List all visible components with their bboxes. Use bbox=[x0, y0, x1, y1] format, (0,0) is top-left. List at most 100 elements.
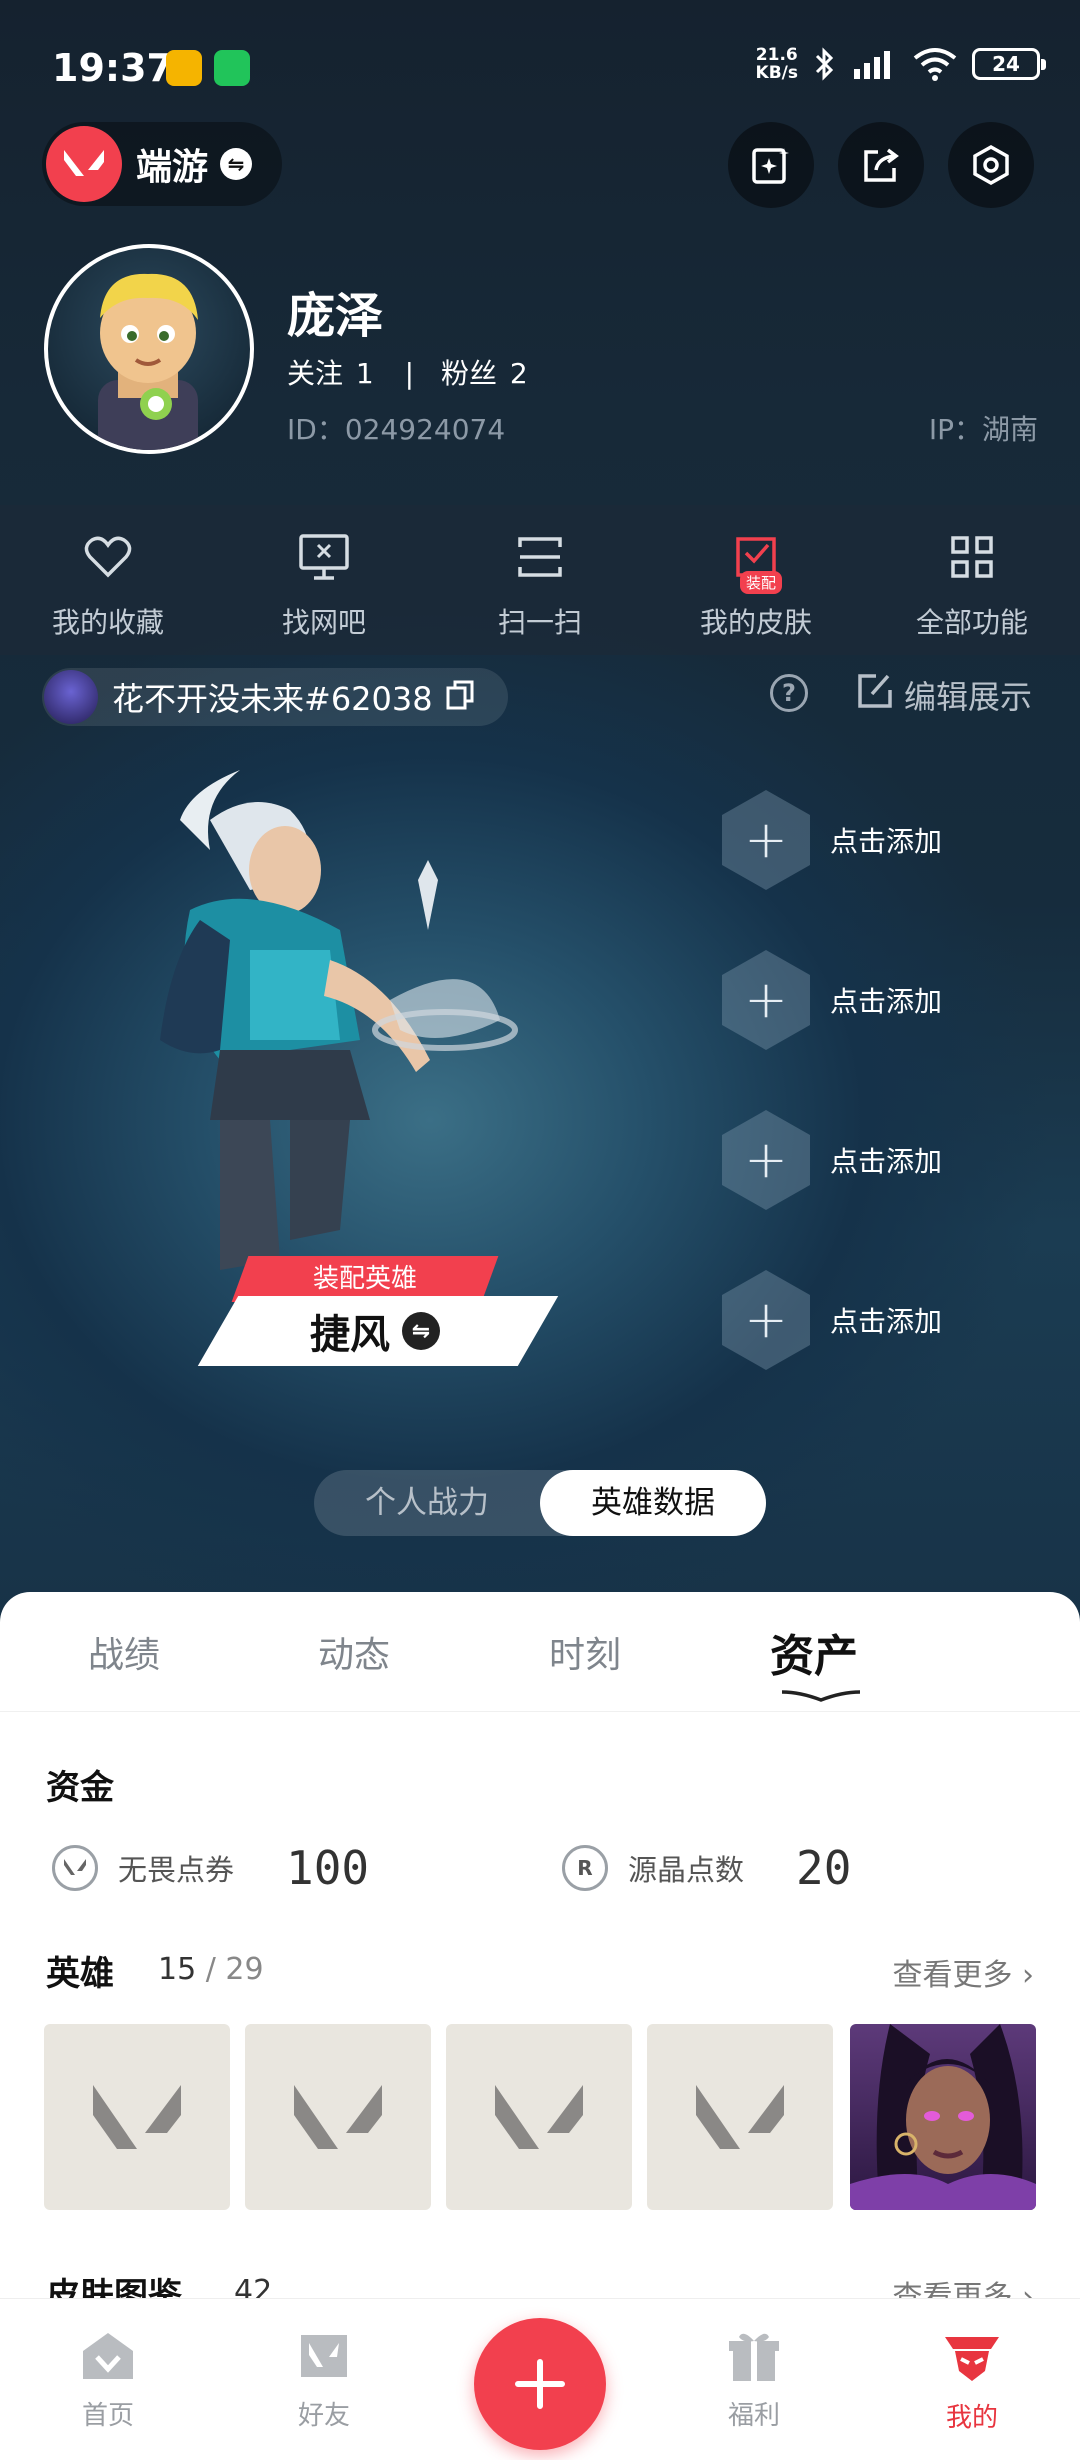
swap-hero-icon[interactable]: ⇋ bbox=[402, 1312, 440, 1350]
ai-card-button[interactable] bbox=[728, 122, 814, 208]
quick-label-scan: 扫一扫 bbox=[497, 606, 582, 639]
grid-icon bbox=[942, 527, 1002, 587]
monitor-icon bbox=[294, 527, 354, 587]
hero-art-icon bbox=[160, 770, 518, 1270]
funds-title: 资金 bbox=[46, 1768, 114, 1808]
plus-icon bbox=[515, 2359, 565, 2409]
hero-card-locked[interactable] bbox=[446, 2024, 632, 2210]
game-switcher[interactable]: 端游 ⇋ bbox=[42, 122, 282, 206]
segment-hero-data[interactable]: 英雄数据 bbox=[540, 1470, 766, 1536]
quick-item-netcafe[interactable]: 找网吧 bbox=[216, 505, 432, 655]
hero-card-reyna[interactable] bbox=[850, 2024, 1036, 2210]
fund-rp[interactable]: R 源晶点数 20 bbox=[562, 1828, 851, 1908]
notes-app-icon bbox=[166, 50, 202, 86]
fans-count: 2 bbox=[509, 357, 528, 390]
nav-me[interactable]: 我的 bbox=[912, 2329, 1032, 2434]
tab-assets[interactable]: 资产 bbox=[770, 1620, 858, 1684]
hero-name: 捷风 bbox=[310, 1312, 390, 1358]
quick-item-skins[interactable]: 装配 我的皮肤 bbox=[648, 505, 864, 655]
username: 庞泽 bbox=[287, 288, 384, 344]
share-button[interactable] bbox=[838, 122, 924, 208]
copy-icon[interactable] bbox=[445, 679, 475, 715]
friends-icon bbox=[301, 2335, 347, 2377]
status-right: 21.6 KB/s 24 bbox=[755, 44, 1046, 84]
plus-icon: + bbox=[722, 790, 810, 890]
add-slot-label: 点击添加 bbox=[830, 1145, 943, 1178]
nav-friends[interactable]: 好友 bbox=[264, 2329, 384, 2432]
add-slot[interactable]: + 点击添加 bbox=[722, 1110, 942, 1210]
fans-label: 粉丝 bbox=[441, 357, 498, 390]
heroes-title: 英雄 bbox=[46, 1954, 114, 1994]
edit-display-button[interactable]: 编辑展示 bbox=[856, 672, 1032, 718]
profile-tabs: 战绩 动态 时刻 资产 bbox=[0, 1592, 1080, 1712]
plus-icon: + bbox=[722, 1270, 810, 1370]
add-slot-label: 点击添加 bbox=[830, 825, 943, 858]
hero-name-row[interactable]: 捷风 ⇋ bbox=[310, 1296, 440, 1366]
tab-moments[interactable]: 时刻 bbox=[549, 1626, 621, 1678]
fund-rp-label: 源晶点数 bbox=[628, 1853, 745, 1887]
active-tab-indicator-icon bbox=[781, 1690, 861, 1702]
nav-gifts[interactable]: 福利 bbox=[694, 2329, 814, 2432]
hero-card-locked[interactable] bbox=[245, 2024, 431, 2210]
equip-badge: 装配 bbox=[740, 571, 783, 594]
nav-friends-label: 好友 bbox=[297, 2401, 350, 2431]
heroes-total: / 29 bbox=[205, 1952, 264, 1987]
nav-home[interactable]: 首页 bbox=[48, 2329, 168, 2432]
valorant-placeholder-icon bbox=[93, 2085, 181, 2149]
tab-record[interactable]: 战绩 bbox=[88, 1626, 160, 1678]
add-slot[interactable]: + 点击添加 bbox=[722, 790, 942, 890]
add-slot-label: 点击添加 bbox=[830, 1305, 943, 1338]
profile-hero: 19:37 21.6 KB/s 24 端游 ⇋ 庞泽 关注 1 | 粉丝 2 I… bbox=[0, 0, 1080, 1640]
user-id: ID：024924074 bbox=[287, 413, 506, 446]
nav-me-label: 我的 bbox=[945, 2403, 998, 2433]
valorant-logo-icon bbox=[46, 126, 122, 202]
following-count: 1 bbox=[355, 357, 374, 390]
create-post-button[interactable] bbox=[474, 2318, 606, 2450]
heroes-more-link[interactable]: 查看更多 › bbox=[892, 1950, 1034, 1994]
riot-avatar bbox=[44, 670, 98, 724]
add-slot[interactable]: + 点击添加 bbox=[722, 1270, 942, 1370]
brand-name: 端游 bbox=[136, 147, 209, 188]
fund-vp-value: 100 bbox=[286, 1841, 370, 1895]
settings-button[interactable] bbox=[948, 122, 1034, 208]
nav-home-label: 首页 bbox=[81, 2401, 134, 2431]
gift-icon bbox=[729, 2333, 779, 2381]
avatar-illustration-icon bbox=[98, 273, 198, 450]
plus-icon: + bbox=[722, 1110, 810, 1210]
battery-indicator: 24 bbox=[972, 48, 1046, 80]
wifi-icon bbox=[912, 46, 958, 82]
signal-icon bbox=[852, 47, 898, 81]
scan-icon bbox=[510, 527, 570, 587]
follow-stats[interactable]: 关注 1 | 粉丝 2 bbox=[287, 352, 532, 392]
hero-portrait-icon bbox=[850, 2024, 1036, 2210]
fund-vp-label: 无畏点券 bbox=[118, 1853, 235, 1887]
add-slot[interactable]: + 点击添加 bbox=[722, 950, 942, 1050]
status-bar: 19:37 21.6 KB/s 24 bbox=[0, 0, 1080, 130]
valorant-placeholder-icon bbox=[294, 2085, 382, 2149]
quick-label-netcafe: 找网吧 bbox=[281, 606, 366, 639]
fund-vp[interactable]: 无畏点券 100 bbox=[52, 1828, 369, 1908]
segment-personal-power[interactable]: 个人战力 bbox=[314, 1470, 540, 1536]
hero-card-locked[interactable] bbox=[647, 2024, 833, 2210]
avatar[interactable] bbox=[44, 244, 254, 454]
home-icon bbox=[83, 2333, 133, 2379]
quick-label-all: 全部功能 bbox=[915, 606, 1028, 639]
quick-item-all[interactable]: 全部功能 bbox=[864, 505, 1080, 655]
plus-icon: + bbox=[722, 950, 810, 1050]
data-segment-control: 个人战力 英雄数据 bbox=[314, 1470, 766, 1536]
help-icon[interactable]: ? bbox=[770, 674, 808, 712]
riot-id-chip[interactable]: 花不开没未来#62038 bbox=[42, 668, 508, 726]
heart-icon bbox=[78, 527, 138, 587]
tab-activity[interactable]: 动态 bbox=[318, 1626, 390, 1678]
wechat-icon bbox=[214, 50, 250, 86]
net-speed-unit: KB/s bbox=[755, 63, 798, 83]
hero-card-locked[interactable] bbox=[44, 2024, 230, 2210]
quick-item-scan[interactable]: 扫一扫 bbox=[432, 505, 648, 655]
riot-id: 花不开没未来#62038 bbox=[112, 680, 433, 718]
funds-row: 无畏点券 100 R 源晶点数 20 bbox=[0, 1828, 1080, 2126]
net-speed-value: 21.6 bbox=[755, 45, 798, 65]
me-icon bbox=[945, 2337, 999, 2381]
quick-item-favorites[interactable]: 我的收藏 bbox=[0, 505, 216, 655]
valorant-placeholder-icon bbox=[696, 2085, 784, 2149]
edit-icon bbox=[856, 672, 894, 718]
